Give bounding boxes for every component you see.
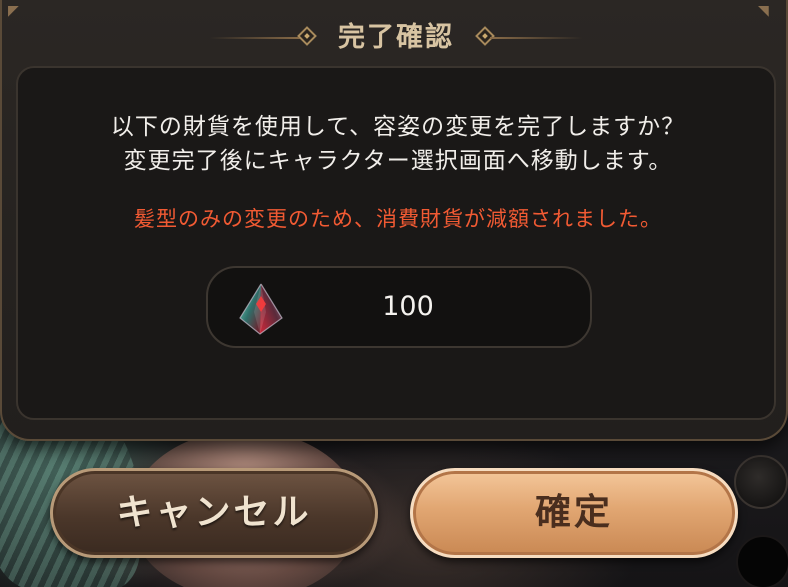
cost-display: 100 bbox=[206, 266, 592, 348]
corner-ornament-icon: ◥ bbox=[758, 3, 769, 19]
diamond-ornament-icon bbox=[475, 26, 495, 46]
dialog-title: 完了確認 bbox=[338, 22, 454, 53]
corner-ornament-icon: ◤ bbox=[8, 3, 19, 19]
title-divider-left bbox=[210, 37, 302, 39]
confirm-dialog: ◤ ◥ 完了確認 以下の財貨を使用して、容姿の変更を完了しますか？ 変更完了後に… bbox=[0, 0, 788, 441]
cost-value: 100 bbox=[382, 291, 434, 322]
side-round-button-dark[interactable] bbox=[736, 535, 788, 587]
game-screen: ◤ ◥ 完了確認 以下の財貨を使用して、容姿の変更を完了しますか？ 変更完了後に… bbox=[0, 0, 788, 587]
title-divider-right bbox=[490, 37, 582, 39]
dialog-content: 以下の財貨を使用して、容姿の変更を完了しますか？ 変更完了後にキャラクター選択画… bbox=[16, 66, 776, 420]
message-line-2: 変更完了後にキャラクター選択画面へ移動します。 bbox=[123, 148, 673, 174]
side-round-button[interactable] bbox=[734, 455, 788, 509]
dialog-title-row: 完了確認 bbox=[202, 18, 590, 58]
cancel-button[interactable]: キャンセル bbox=[50, 468, 378, 558]
confirm-button[interactable]: 確定 bbox=[410, 468, 738, 558]
gem-icon bbox=[239, 283, 283, 335]
discount-notice: 髪型のみの変更のため、消費財貨が減額されました。 bbox=[134, 207, 662, 231]
diamond-ornament-icon bbox=[297, 26, 317, 46]
message-line-1: 以下の財貨を使用して、容姿の変更を完了しますか？ bbox=[110, 114, 686, 140]
